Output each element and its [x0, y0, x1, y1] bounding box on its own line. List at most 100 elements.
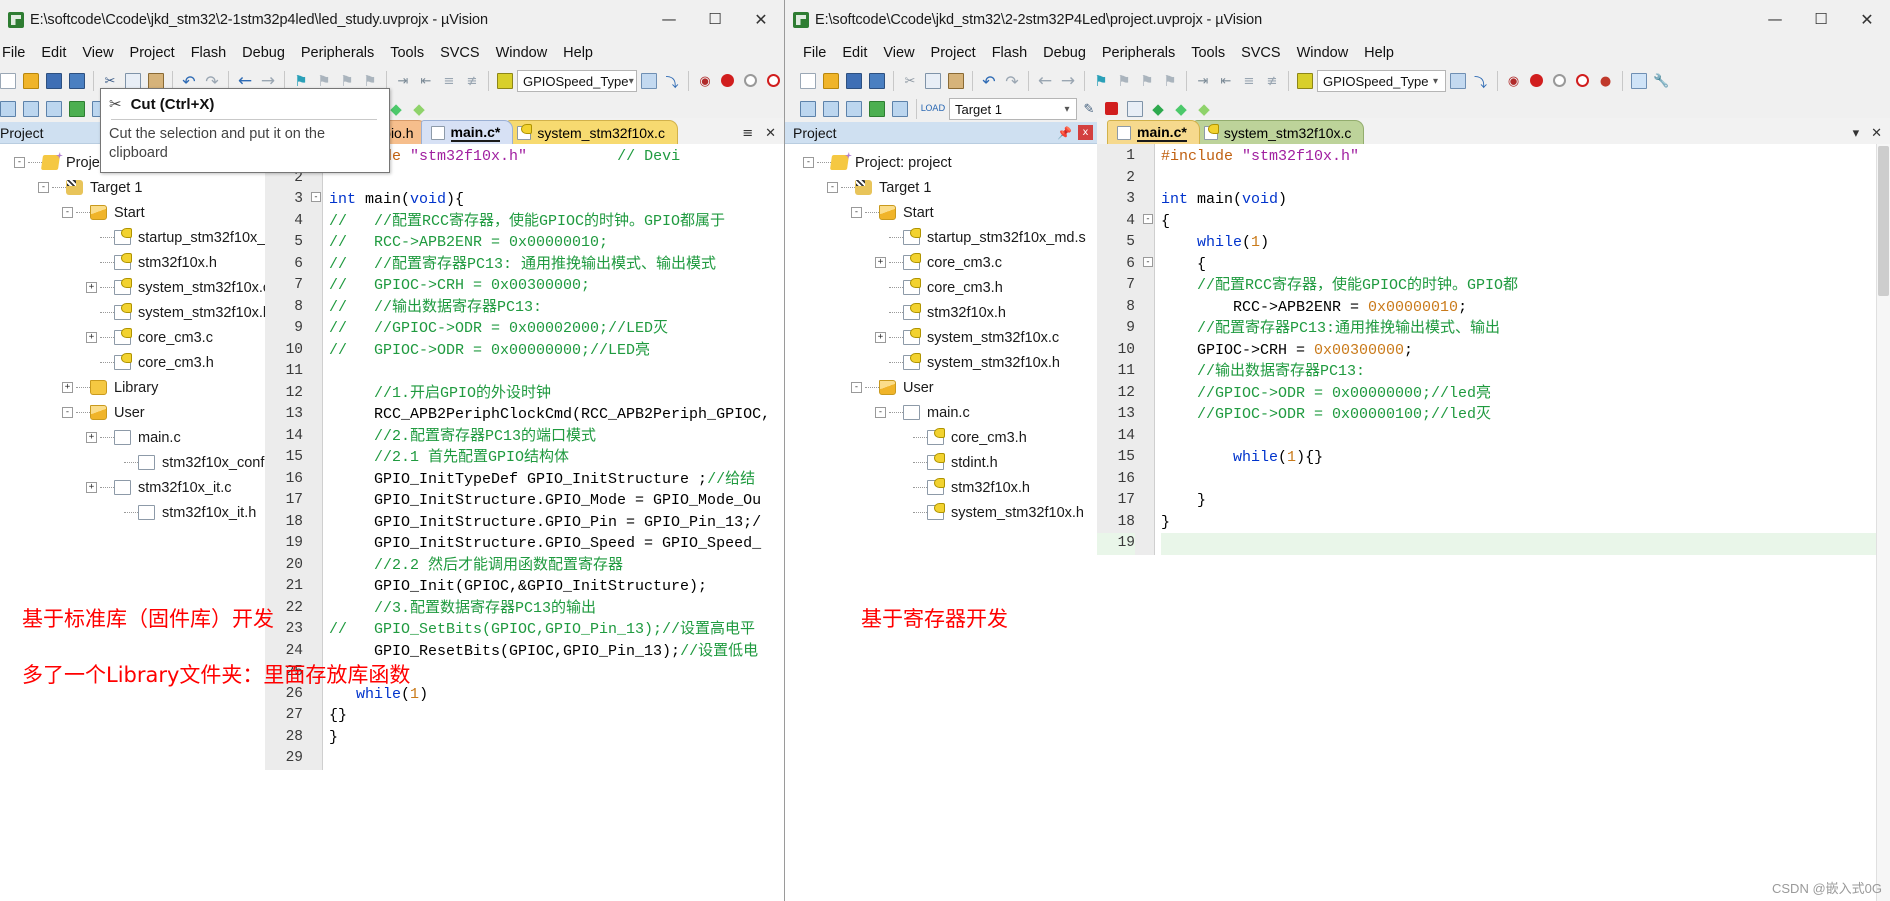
- tree-item[interactable]: - User: [785, 375, 1097, 400]
- fold-toggle-icon[interactable]: -: [1141, 209, 1154, 231]
- tree-item[interactable]: stm32f10x_it.h: [0, 500, 265, 525]
- tree-item[interactable]: + stm32f10x_it.c: [0, 475, 265, 500]
- code-line[interactable]: //GPIOC->ODR = 0x00000000;//led亮: [1161, 383, 1890, 405]
- right-maximize-button[interactable]: ☐: [1798, 0, 1844, 38]
- collapse-toggle-icon[interactable]: -: [14, 157, 25, 168]
- build-target-icon[interactable]: [820, 98, 842, 120]
- tree-item[interactable]: + core_cm3.c: [0, 325, 265, 350]
- code-line[interactable]: // //配置RCC寄存器，使能GPIOC的时钟。GPIO都属于: [329, 211, 784, 233]
- new-file-icon[interactable]: [0, 70, 19, 92]
- new-file-icon[interactable]: [797, 70, 819, 92]
- code-line[interactable]: //3.配置数据寄存器PC13的输出: [329, 598, 784, 620]
- tree-item[interactable]: stdint.h: [785, 450, 1097, 475]
- packs-icon[interactable]: ◆: [1170, 98, 1192, 120]
- tree-item[interactable]: - Project: project: [785, 150, 1097, 175]
- tree-item[interactable]: - User: [0, 400, 265, 425]
- configure-icon[interactable]: 🔧: [1651, 70, 1673, 92]
- tree-item[interactable]: core_cm3.h: [0, 350, 265, 375]
- open-header-icon[interactable]: [1294, 70, 1316, 92]
- pack-installer-icon[interactable]: ◆: [1193, 98, 1215, 120]
- code-line[interactable]: // RCC->APB2ENR = 0x00000010;: [329, 232, 784, 254]
- tree-item[interactable]: - Start: [0, 200, 265, 225]
- close-panel-icon[interactable]: x: [1078, 125, 1093, 140]
- right-project-tree[interactable]: - Project: project - Target 1 - Start startup_…: [785, 144, 1097, 901]
- left-maximize-button[interactable]: ☐: [692, 0, 738, 38]
- collapse-toggle-icon[interactable]: -: [803, 157, 814, 168]
- menu-window[interactable]: Window: [488, 43, 556, 63]
- menu-peripherals[interactable]: Peripherals: [1094, 43, 1183, 63]
- code-line[interactable]: GPIO_InitStructure.GPIO_Pin = GPIO_Pin_1…: [329, 512, 784, 534]
- tree-item[interactable]: + system_stm32f10x.c: [0, 275, 265, 300]
- right-editor-scrollbar[interactable]: [1876, 144, 1890, 901]
- code-line[interactable]: [1161, 426, 1890, 448]
- code-line[interactable]: while(1){}: [1161, 447, 1890, 469]
- menu-project[interactable]: Project: [923, 43, 984, 63]
- symbol-combo[interactable]: GPIOSpeed_Type ▾: [1317, 70, 1446, 92]
- code-line[interactable]: {: [1161, 211, 1890, 233]
- manage-project-icon[interactable]: ✎: [1078, 98, 1100, 120]
- breakpoint-disable-icon[interactable]: [740, 70, 762, 92]
- translate-file-icon[interactable]: [797, 98, 819, 120]
- expand-toggle-icon[interactable]: +: [86, 482, 97, 493]
- code-line[interactable]: RCC_APB2PeriphClockCmd(RCC_APB2Periph_GP…: [329, 404, 784, 426]
- find-in-files-icon[interactable]: [1447, 70, 1469, 92]
- indent-icon[interactable]: ⇥: [392, 70, 414, 92]
- code-line[interactable]: #include "stm32f10x.h" // Devi: [329, 146, 784, 168]
- collapse-toggle-icon[interactable]: -: [851, 382, 862, 393]
- menu-project[interactable]: Project: [122, 43, 183, 63]
- menu-view[interactable]: View: [74, 43, 121, 63]
- breakpoint-clear-icon[interactable]: ●: [1595, 70, 1617, 92]
- code-line[interactable]: [1161, 469, 1890, 491]
- tab-list-icon[interactable]: ≡: [742, 126, 753, 141]
- menu-view[interactable]: View: [875, 43, 922, 63]
- symbol-combo[interactable]: GPIOSpeed_Type ▾: [517, 70, 637, 92]
- expand-toggle-icon[interactable]: +: [86, 332, 97, 343]
- menu-tools[interactable]: Tools: [382, 43, 432, 63]
- tree-item[interactable]: startup_stm32f10x_m: [0, 225, 265, 250]
- chevron-down-icon[interactable]: ▾: [1060, 104, 1074, 115]
- collapse-toggle-icon[interactable]: -: [62, 207, 73, 218]
- tab-main-c[interactable]: main.c*: [1107, 120, 1200, 144]
- code-line[interactable]: GPIOC->CRH = 0x00300000;: [1161, 340, 1890, 362]
- batch-build-icon[interactable]: [66, 98, 88, 120]
- fold-toggle-icon[interactable]: -: [1141, 252, 1154, 274]
- code-line[interactable]: // //GPIOC->ODR = 0x00002000;//LED灭: [329, 318, 784, 340]
- cut-icon[interactable]: ✂: [899, 70, 921, 92]
- outdent-icon[interactable]: ⇤: [1215, 70, 1237, 92]
- code-line[interactable]: {: [1161, 254, 1890, 276]
- code-line[interactable]: int main(void){: [329, 189, 784, 211]
- load-flash-icon[interactable]: LOAD: [921, 98, 946, 120]
- menu-help[interactable]: Help: [555, 43, 601, 63]
- menu-window[interactable]: Window: [1289, 43, 1357, 63]
- left-close-button[interactable]: ✕: [738, 0, 784, 38]
- tree-item[interactable]: core_cm3.h: [785, 275, 1097, 300]
- code-line[interactable]: [1161, 168, 1890, 190]
- goto-definition-icon[interactable]: ⤵: [661, 70, 683, 92]
- left-minimize-button[interactable]: —: [646, 0, 692, 38]
- right-close-button[interactable]: ✕: [1844, 0, 1890, 38]
- code-line[interactable]: }: [1161, 490, 1890, 512]
- tab-list-icon[interactable]: ▾: [1853, 126, 1860, 141]
- breakpoint-remove-icon[interactable]: [763, 70, 784, 92]
- tree-item[interactable]: + main.c: [0, 425, 265, 450]
- breakpoint-icon[interactable]: [1526, 70, 1548, 92]
- tree-item[interactable]: + Library: [0, 375, 265, 400]
- breakpoint-remove-icon[interactable]: [1572, 70, 1594, 92]
- rebuild-icon[interactable]: [843, 98, 865, 120]
- code-line[interactable]: //配置RCC寄存器，使能GPIOC的时钟。GPIO都: [1161, 275, 1890, 297]
- open-file-icon[interactable]: [820, 70, 842, 92]
- breakpoint-icon[interactable]: [717, 70, 739, 92]
- collapse-toggle-icon[interactable]: -: [875, 407, 886, 418]
- code-line[interactable]: //2.配置寄存器PC13的端口模式: [329, 426, 784, 448]
- bookmark-next-icon[interactable]: ⚑: [1136, 70, 1158, 92]
- code-line[interactable]: // //输出数据寄存器PC13:: [329, 297, 784, 319]
- menu-svcs[interactable]: SVCS: [432, 43, 488, 63]
- code-line[interactable]: // GPIO_SetBits(GPIOC,GPIO_Pin_13);//设置高…: [329, 619, 784, 641]
- tree-item[interactable]: system_stm32f10x.h: [0, 300, 265, 325]
- tab-system-stm32f10x-c[interactable]: system_stm32f10x.c: [1193, 120, 1365, 144]
- bookmark-toggle-icon[interactable]: ⚑: [1090, 70, 1112, 92]
- menu-peripherals[interactable]: Peripherals: [293, 43, 382, 63]
- expand-toggle-icon[interactable]: +: [875, 332, 886, 343]
- project-layers-icon[interactable]: [1124, 98, 1146, 120]
- code-line[interactable]: GPIO_InitTypeDef GPIO_InitStructure ;//给…: [329, 469, 784, 491]
